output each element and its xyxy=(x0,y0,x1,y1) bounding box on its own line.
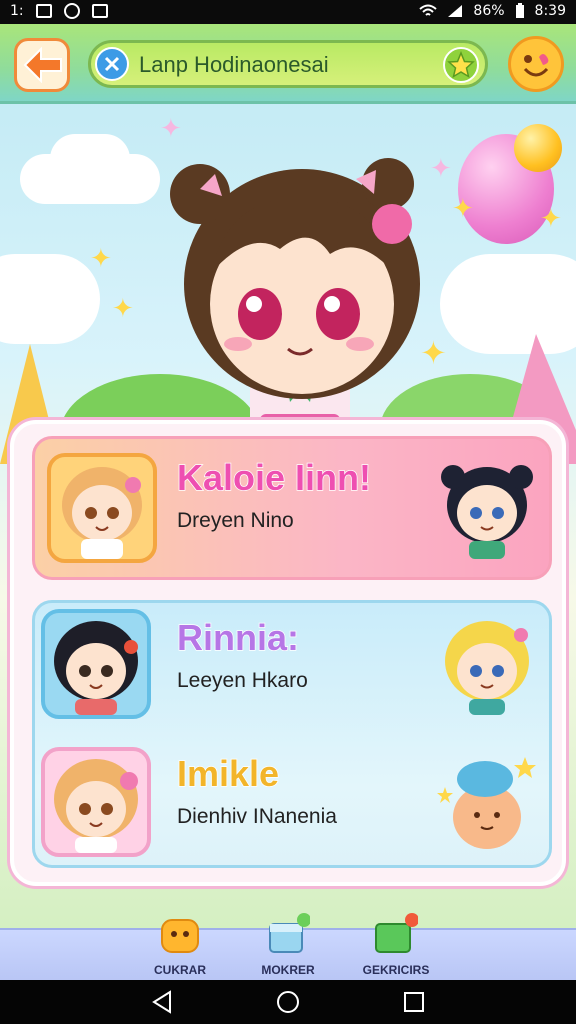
character-card-1[interactable]: Kaloie Iinn! Dreyen Nino xyxy=(32,436,552,580)
green-block-icon xyxy=(375,913,418,953)
notification-icon-2 xyxy=(91,4,108,18)
card-title: Kaloie Iinn! xyxy=(176,456,372,499)
battery-percent: 86% xyxy=(473,3,505,19)
nav-item-3[interactable]: GEKRICIRS xyxy=(346,913,446,980)
side-character-illustration xyxy=(441,465,533,559)
side-character-illustration xyxy=(445,621,529,715)
search-text: Lanp Hodinaonesai xyxy=(139,52,329,77)
status-bar: 1: 86% 8:39 xyxy=(0,0,576,24)
sparkle-icon: ✦ xyxy=(540,204,562,234)
card-title: Imikle xyxy=(176,752,280,795)
nav-label: MOKRER xyxy=(261,963,315,977)
nav-item-1[interactable]: CUKRAR xyxy=(130,919,230,980)
gift-box-icon xyxy=(269,913,310,953)
tools-icon xyxy=(95,47,129,81)
wifi-icon xyxy=(419,4,438,16)
back-arrow-icon xyxy=(23,47,62,83)
top-bar: Lanp Hodinaonesai xyxy=(0,24,576,104)
cloud xyxy=(440,254,576,354)
star-button[interactable] xyxy=(443,47,479,83)
nav-label: GEKRICIRS xyxy=(362,963,430,977)
sparkle-icon: ✦ xyxy=(90,244,112,274)
card-subtitle: Dienhiv INanenia xyxy=(177,805,337,828)
character-card-2[interactable]: Rinnia: Leeyen Hkaro Imikle Dienhiv INan… xyxy=(32,600,552,868)
avatar xyxy=(41,747,151,857)
status-time-left: 1: xyxy=(10,3,24,19)
yellow-creature-icon xyxy=(161,919,199,953)
system-navigation-bar xyxy=(0,980,576,1024)
sync-icon xyxy=(63,3,80,19)
main-character-illustration xyxy=(170,158,420,434)
smiley-icon xyxy=(523,54,549,77)
card-title: Rinnia: xyxy=(176,616,300,659)
status-clock: 8:39 xyxy=(534,3,566,19)
battery-icon xyxy=(515,3,524,18)
notification-icon xyxy=(35,4,52,18)
nav-item-2[interactable]: MOKRER xyxy=(238,913,338,980)
character-list-panel: Kaloie Iinn! Dreyen Nino Rinnia: Leeyen … xyxy=(10,420,566,886)
cloud xyxy=(0,254,100,344)
avatar xyxy=(41,609,151,719)
side-creature-illustration xyxy=(437,757,536,849)
sparkle-icon: ✦ xyxy=(160,114,182,144)
card-subtitle: Dreyen Nino xyxy=(177,509,294,532)
app-screen: Lanp Hodinaonesai ✦ ✦ ✦ ✦ ✦ ✦ ✦ Kaloie I… xyxy=(0,24,576,980)
hero-scene: ✦ ✦ ✦ ✦ ✦ ✦ ✦ xyxy=(0,104,576,494)
nav-label: CUKRAR xyxy=(154,963,206,977)
avatar xyxy=(47,453,157,563)
yellow-orb xyxy=(514,124,562,172)
search-bar[interactable]: Lanp Hodinaonesai xyxy=(88,40,488,88)
bottom-navigation: CUKRAR MOKRER GEKRICIRS xyxy=(0,913,576,980)
sparkle-icon: ✦ xyxy=(452,194,474,224)
recents-square-icon[interactable] xyxy=(402,990,426,1014)
back-button[interactable] xyxy=(14,38,70,92)
star-icon xyxy=(447,51,475,79)
card-subtitle: Leeyen Hkaro xyxy=(177,669,308,692)
cloud xyxy=(50,134,130,184)
signal-icon xyxy=(448,5,463,17)
profile-emoji-button[interactable] xyxy=(508,36,564,92)
home-circle-icon[interactable] xyxy=(276,990,300,1014)
sparkle-icon: ✦ xyxy=(112,294,134,324)
back-triangle-icon[interactable] xyxy=(150,990,174,1014)
